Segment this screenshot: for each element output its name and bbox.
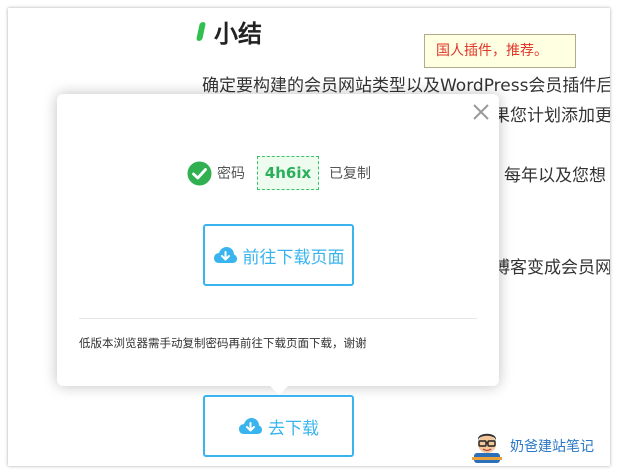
- go-download-page-button[interactable]: 前往下载页面: [203, 224, 354, 286]
- cloud-download-icon: [213, 247, 237, 263]
- article-line-4: 博客变成会员网: [493, 258, 610, 278]
- password-row: 密码 4h6ix 已复制: [187, 156, 371, 190]
- brand-text: 奶爸建站笔记: [510, 439, 594, 455]
- article-line-2: 果您计划添加更: [493, 106, 610, 126]
- password-label: 密码: [217, 166, 245, 182]
- section-heading: 小结: [195, 14, 262, 49]
- copied-label: 已复制: [329, 166, 371, 182]
- avatar-icon: [472, 433, 502, 463]
- brand-watermark: 奶爸建站笔记: [470, 429, 594, 463]
- cloud-download-icon: [239, 418, 262, 434]
- heading-text: 小结: [214, 20, 262, 48]
- go-download-label: 前往下载页面: [242, 247, 345, 268]
- password-value[interactable]: 4h6ix: [257, 156, 319, 190]
- download-label: 去下载: [268, 418, 319, 439]
- download-button[interactable]: 去下载: [203, 395, 354, 457]
- divider: [79, 318, 477, 319]
- heading-accent-bar: [195, 22, 207, 41]
- annotation-note: 国人插件，推荐。: [424, 34, 576, 68]
- tip-text: 低版本浏览器需手动复制密码再前往下载页面下载，谢谢: [79, 336, 367, 350]
- close-icon[interactable]: [471, 102, 491, 122]
- check-circle-icon: [187, 161, 212, 185]
- page-frame: 小结 确定要构建的会员网站类型以及WordPress会员插件后 果您计划添加更 …: [8, 8, 610, 466]
- password-modal: 密码 4h6ix 已复制 前往下载页面 低版本浏览器需手动复制密码再前往下载页面…: [57, 94, 499, 395]
- modal-pointer-arrow: [270, 386, 288, 395]
- article-line-1: 确定要构建的会员网站类型以及WordPress会员插件后: [202, 76, 610, 96]
- article-line-3: 每年以及您想: [504, 166, 606, 186]
